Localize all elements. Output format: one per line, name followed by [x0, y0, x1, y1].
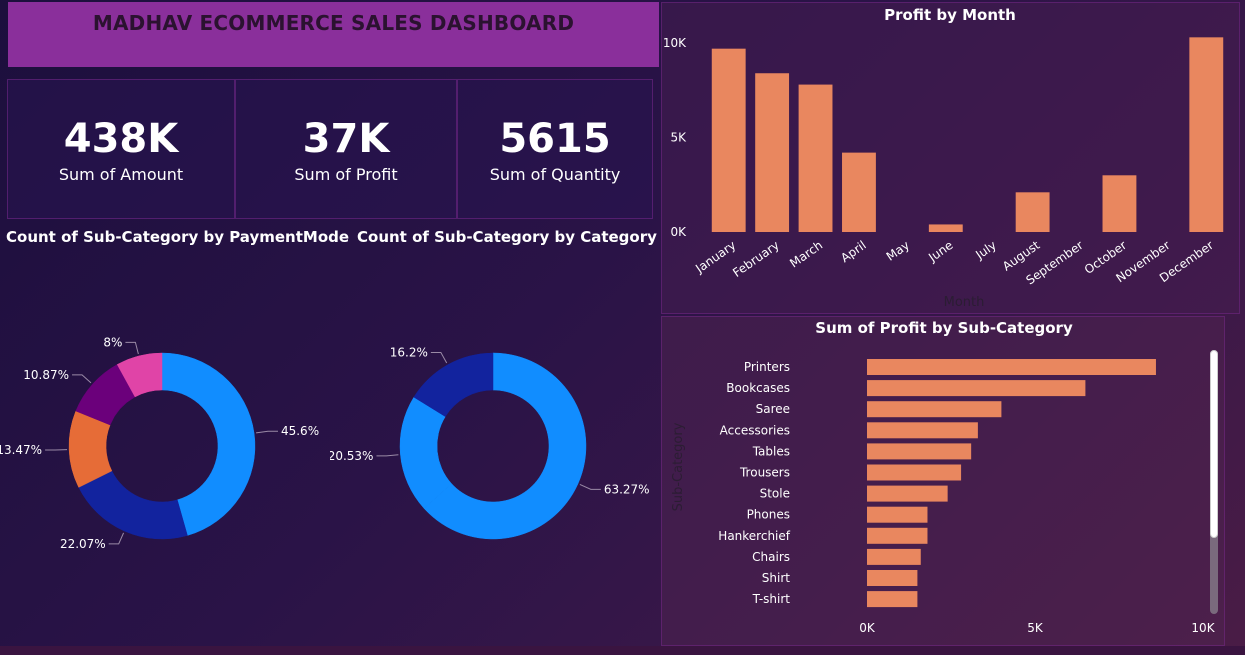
- month-ytick-label-2: 10K: [663, 36, 687, 50]
- month-ytick-label-0: 0K: [670, 225, 687, 239]
- profit-by-subcategory-panel[interactable]: Sum of Profit by Sub-Category Sub-Categor…: [661, 316, 1225, 646]
- subcategory-label-3: Accessories: [720, 423, 790, 437]
- paymentmode-donut-chart[interactable]: 45.6% 22.07% 13.47% 10.87% 8%: [0, 228, 326, 642]
- subcategory-bar-saree[interactable]: [867, 401, 1002, 418]
- subcategory-label-5: Trousers: [739, 466, 790, 480]
- subcategory-axis-label: Sub-Category: [671, 422, 686, 511]
- subcategory-bar-chairs[interactable]: [867, 548, 921, 565]
- paymentmode-data-label-1: 22.07%: [60, 537, 106, 551]
- paymentmode-slice-1[interactable]: [78, 470, 188, 540]
- subcategory-label-8: Hankerchief: [718, 529, 790, 543]
- subcategory-bar-t-shirt[interactable]: [867, 591, 918, 608]
- month-bar-february[interactable]: [755, 73, 790, 233]
- paymentmode-data-label-4: 8%: [103, 335, 122, 349]
- subcategory-bar-printers[interactable]: [867, 359, 1156, 375]
- paymentmode-leader-line-3: [72, 374, 92, 384]
- paymentmode-data-label-0: 45.6%: [281, 424, 319, 438]
- month-bar-march[interactable]: [798, 84, 833, 232]
- kpi-value-quantity: 5615: [499, 115, 611, 162]
- subcategory-label-6: Stole: [760, 487, 790, 501]
- month-bar-december[interactable]: [1189, 37, 1224, 232]
- subcategory-bar-tables[interactable]: [867, 443, 972, 460]
- subcategory-label-0: Printers: [744, 360, 790, 374]
- bottom-border: [0, 646, 1245, 655]
- subcategory-xtick-label-2: 10K: [1191, 621, 1215, 635]
- subcategory-xtick-label-1: 5K: [1027, 621, 1044, 635]
- kpi-label-amount: Sum of Amount: [58, 164, 184, 184]
- subcategory-label-1: Bookcases: [726, 381, 790, 395]
- category-leader-line-0: [579, 484, 601, 490]
- subcategory-scrollbar[interactable]: [1210, 350, 1218, 614]
- paymentmode-donut-title: Count of Sub-Category by PaymentMode: [6, 228, 350, 246]
- paymentmode-data-label-2: 13.47%: [0, 443, 42, 457]
- month-xtick-label-2: March: [787, 238, 825, 270]
- month-bar-april[interactable]: [842, 152, 876, 232]
- month-bar-june[interactable]: [928, 224, 963, 232]
- paymentmode-donut-panel[interactable]: Count of Sub-Category by PaymentMode 45.…: [0, 228, 349, 642]
- paymentmode-leader-line-1: [108, 532, 125, 545]
- category-data-label-0: 63.27%: [604, 482, 650, 496]
- month-xtick-label-4: May: [884, 238, 912, 264]
- subcategory-bar-phones[interactable]: [867, 506, 928, 523]
- subcategory-label-11: T-shirt: [752, 592, 791, 606]
- category-donut-panel[interactable]: Count of Sub-Category by Category 63.27%…: [328, 228, 658, 642]
- kpi-card-amount[interactable]: 438K Sum of Amount: [7, 79, 235, 219]
- profit-by-subcategory-chart[interactable]: Sum of Profit by Sub-Category Sub-Categor…: [662, 317, 1224, 645]
- month-xtick-label-1: February: [730, 238, 782, 280]
- subcategory-bar-hankerchief[interactable]: [867, 527, 928, 544]
- subcategory-label-10: Shirt: [762, 571, 790, 585]
- subcategory-bar-trousers[interactable]: [867, 464, 962, 481]
- profit-by-month-chart[interactable]: Profit by Month0K5K10KJanuaryFebruary Mar…: [662, 3, 1239, 313]
- subcategory-xtick-label-0: 0K: [859, 621, 876, 635]
- kpi-label-profit: Sum of Profit: [294, 164, 398, 184]
- subcategory-bar-bookcases[interactable]: [867, 380, 1086, 397]
- month-chart-title: Profit by Month: [884, 6, 1016, 24]
- profit-by-month-panel[interactable]: Profit by Month 0K 5K 10K January February Mar…: [661, 2, 1240, 314]
- subcategory-scroll-thumb[interactable]: [1210, 350, 1218, 538]
- kpi-value-amount: 438K: [63, 115, 179, 162]
- category-leader-line-2: [430, 352, 448, 364]
- kpi-value-profit: 37K: [302, 115, 390, 162]
- subcategory-bar-shirt[interactable]: [867, 570, 918, 586]
- month-bar-october[interactable]: [1102, 175, 1137, 232]
- paymentmode-data-label-3: 10.87%: [23, 368, 69, 382]
- subcategory-label-9: Chairs: [752, 550, 790, 564]
- paymentmode-leader-line-0: [256, 430, 278, 434]
- dashboard-title-bar: MADHAV ECOMMERCE SALES DASHBOARD: [8, 2, 659, 67]
- subcategory-label-4: Tables: [752, 444, 790, 458]
- month-bar-january[interactable]: [711, 48, 746, 232]
- kpi-card-profit[interactable]: 37K Sum of Profit: [235, 79, 457, 219]
- subcategory-label-7: Phones: [747, 508, 790, 522]
- kpi-card-quantity[interactable]: 5615 Sum of Quantity: [457, 79, 653, 219]
- month-axis-label: Month: [944, 295, 985, 310]
- category-leader-line-1: [376, 454, 399, 457]
- subcategory-bar-accessories[interactable]: [867, 422, 978, 439]
- month-xtick-label-3: April: [838, 238, 869, 265]
- category-data-label-1: 20.53%: [330, 449, 373, 463]
- month-bar-august[interactable]: [1015, 192, 1050, 232]
- category-donut-chart[interactable]: 63.27% 20.53% 16.2%: [328, 228, 658, 642]
- subcategory-label-2: Saree: [756, 402, 790, 416]
- month-ytick-label-1: 5K: [670, 131, 687, 145]
- month-xtick-label-6: July: [972, 238, 999, 262]
- category-data-label-2: 16.2%: [390, 346, 428, 360]
- subcategory-chart-title: Sum of Profit by Sub-Category: [815, 319, 1073, 337]
- subcategory-bar-stole[interactable]: [867, 485, 948, 502]
- month-xtick-label-5: June: [925, 238, 955, 265]
- kpi-label-quantity: Sum of Quantity: [489, 164, 621, 184]
- category-donut-title: Count of Sub-Category by Category: [357, 228, 657, 246]
- dashboard-title: MADHAV ECOMMERCE SALES DASHBOARD: [92, 10, 575, 35]
- paymentmode-leader-line-4: [125, 341, 139, 355]
